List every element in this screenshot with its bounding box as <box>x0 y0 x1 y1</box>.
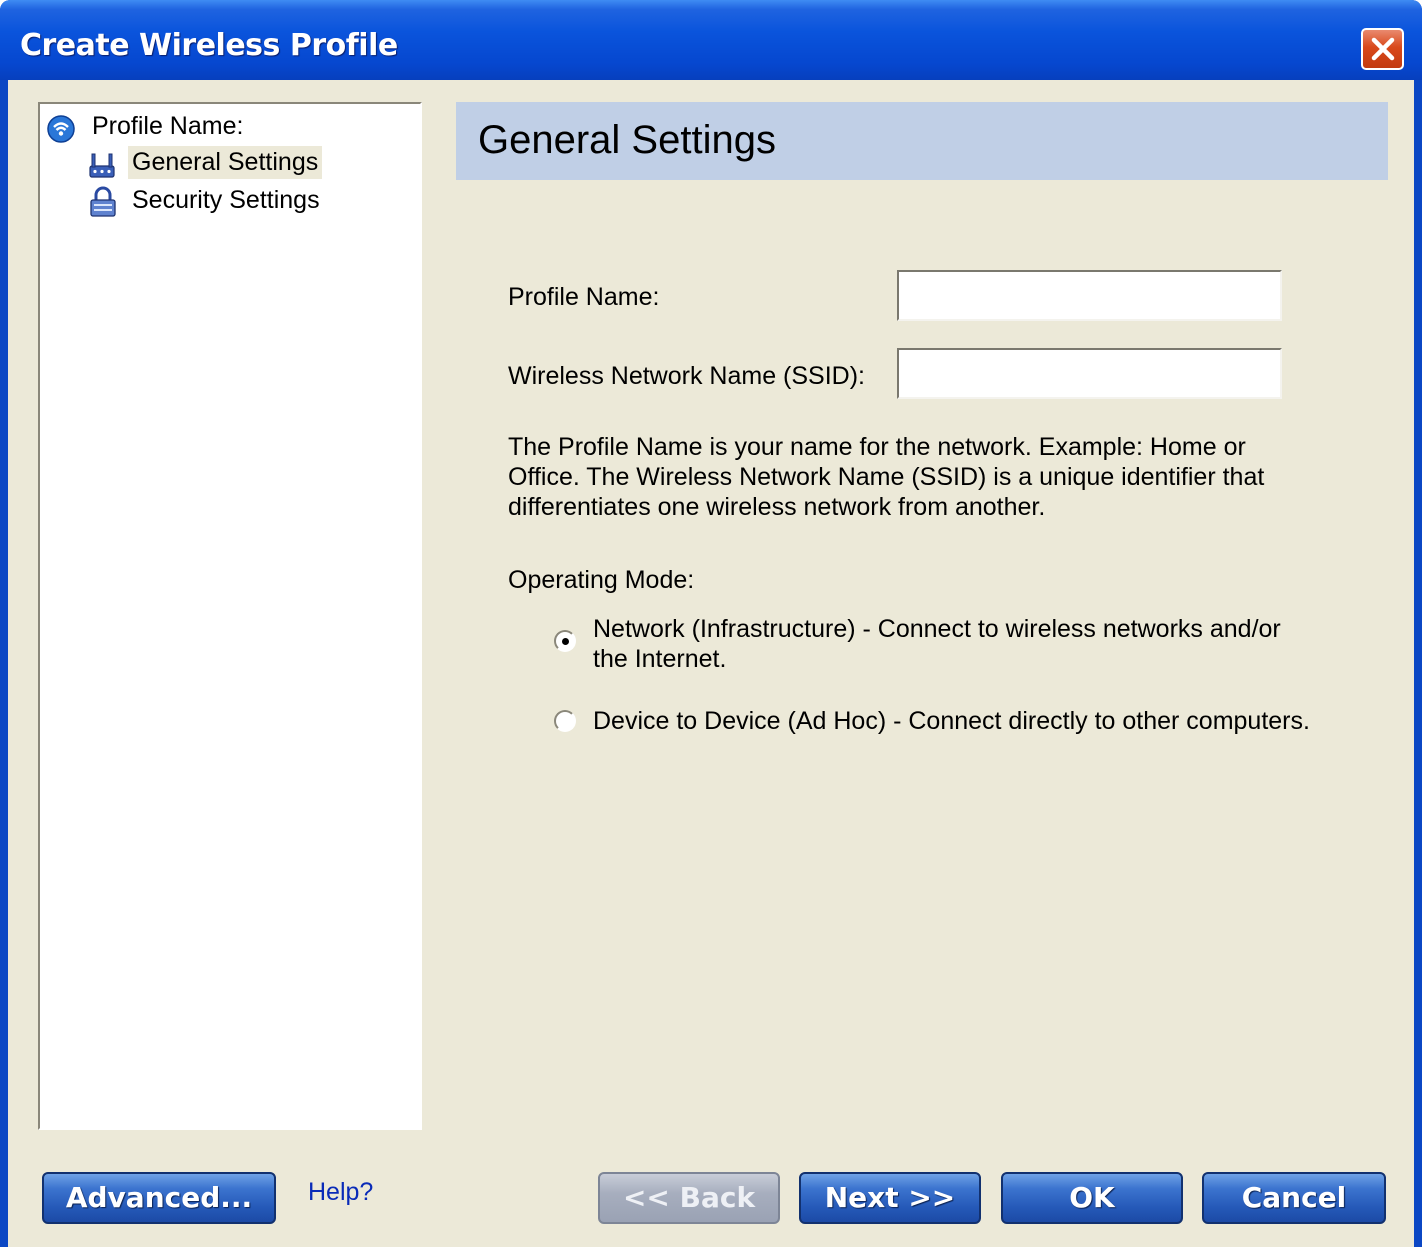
lock-icon <box>88 186 118 225</box>
dialog-body: Profile Name: General Settings Security … <box>8 80 1414 1247</box>
profile-name-input[interactable] <box>897 270 1282 321</box>
ok-button[interactable]: OK <box>1001 1172 1183 1224</box>
ssid-input[interactable] <box>897 348 1282 399</box>
wireless-globe-icon <box>46 114 76 151</box>
ssid-label: Wireless Network Name (SSID): <box>508 362 865 390</box>
tree-item-label: General Settings <box>128 146 323 179</box>
profile-tree[interactable]: Profile Name: General Settings Security … <box>38 102 422 1130</box>
tree-root-label: Profile Name: <box>92 112 244 140</box>
window-title: Create Wireless Profile <box>20 28 398 63</box>
radio-infrastructure-label: Network (Infrastructure) - Connect to wi… <box>593 615 1281 673</box>
radio-adhoc-label: Device to Device (Ad Hoc) - Connect dire… <box>593 707 1310 735</box>
network-adapter-icon <box>86 150 118 187</box>
section-header: General Settings <box>456 102 1388 180</box>
radio-button-checked[interactable] <box>554 630 576 652</box>
operating-mode-label: Operating Mode: <box>508 566 695 594</box>
close-button[interactable] <box>1361 28 1404 70</box>
profile-description: The Profile Name is your name for the ne… <box>508 433 1265 521</box>
page-title: General Settings <box>478 118 776 162</box>
title-bar[interactable]: Create Wireless Profile <box>0 0 1422 80</box>
create-wireless-profile-dialog: Create Wireless Profile Profile Name: Ge… <box>0 0 1422 1247</box>
tree-item-label: Security Settings <box>132 186 320 214</box>
cancel-button[interactable]: Cancel <box>1202 1172 1386 1224</box>
back-button[interactable]: << Back <box>598 1172 780 1224</box>
advanced-button[interactable]: Advanced... <box>42 1172 276 1224</box>
next-button[interactable]: Next >> <box>799 1172 981 1224</box>
help-link[interactable]: Help? <box>308 1178 373 1207</box>
radio-button-unchecked[interactable] <box>554 710 576 732</box>
profile-name-label: Profile Name: <box>508 283 660 311</box>
close-icon <box>1371 37 1395 61</box>
